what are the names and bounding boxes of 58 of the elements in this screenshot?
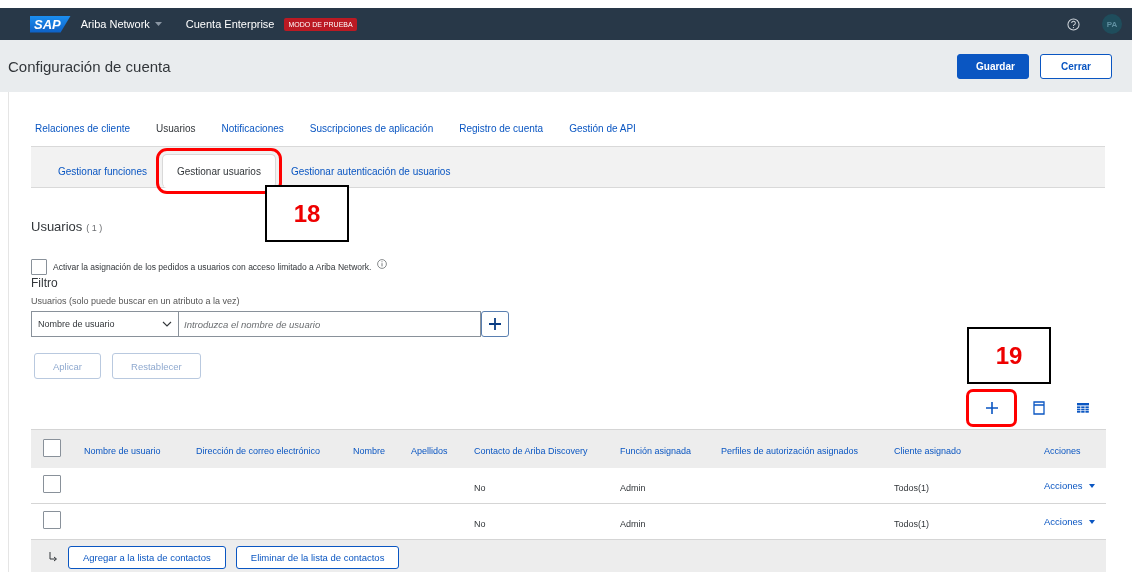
tab[interactable]: Gestión de API bbox=[569, 122, 636, 134]
table-cell: No bbox=[474, 482, 486, 493]
filter-hint: Usuarios (solo puede buscar en un atributo a la vez) bbox=[31, 296, 241, 306]
remove-contact-button[interactable]: Eliminar de la lista de contactos bbox=[235, 545, 400, 569]
table-cell: Admin bbox=[620, 482, 646, 493]
tab[interactable]: Notificaciones bbox=[221, 122, 284, 134]
section-title: Usuarios bbox=[31, 219, 83, 234]
add-filter-button[interactable] bbox=[481, 311, 509, 337]
actions-menu[interactable]: Acciones bbox=[1044, 480, 1095, 491]
search-field[interactable]: Introduzca el nombre de usuario bbox=[179, 311, 481, 337]
add-contact-button[interactable]: Agregar a la lista de contactos bbox=[68, 545, 226, 569]
table-settings-icon bbox=[1077, 403, 1089, 413]
column-header[interactable]: Nombre bbox=[353, 446, 385, 456]
subtab[interactable]: Gestionar funciones bbox=[43, 154, 162, 188]
column-header[interactable]: Perfiles de autorización asignados bbox=[721, 446, 859, 456]
select-all-checkbox[interactable] bbox=[43, 438, 61, 457]
plus-icon bbox=[984, 401, 999, 415]
checkbox-label: Activar la asignación de los pedidos a usuarios con acceso limitado a Ariba Network. bbox=[53, 262, 372, 272]
plus-icon bbox=[489, 318, 501, 330]
help-icon[interactable] bbox=[1067, 17, 1080, 31]
column-header[interactable]: Apellidos bbox=[411, 446, 448, 456]
column-header[interactable]: Acciones bbox=[1044, 446, 1081, 456]
row-checkbox[interactable] bbox=[43, 475, 61, 493]
column-header[interactable]: Contacto de Ariba Discovery bbox=[474, 446, 588, 456]
caret-icon bbox=[1088, 483, 1095, 488]
row-checkbox[interactable] bbox=[43, 511, 61, 529]
table-cell: No bbox=[474, 518, 486, 529]
table-cell: Todos(1) bbox=[894, 482, 929, 493]
chevron-down-icon bbox=[162, 321, 172, 327]
tab[interactable]: Suscripciones de aplicación bbox=[309, 122, 434, 134]
return-arrow-icon bbox=[49, 552, 58, 562]
tab[interactable]: Registro de cuenta bbox=[459, 122, 544, 134]
subtab[interactable]: Gestionar autenticación de usuarios bbox=[275, 154, 466, 188]
checkbox[interactable] bbox=[31, 259, 47, 275]
brand-logo: SAP bbox=[30, 15, 71, 33]
actions-menu[interactable]: Acciones bbox=[1044, 516, 1095, 527]
close-button[interactable]: Cerrar bbox=[1040, 53, 1112, 79]
column-header[interactable]: Dirección de correo electrónico bbox=[196, 446, 321, 456]
attribute-dropdown[interactable]: Nombre de usuario bbox=[31, 311, 179, 337]
user-count: ( 1 ) bbox=[86, 223, 103, 233]
account-name: Cuenta Enterprise bbox=[185, 18, 275, 30]
info-icon[interactable] bbox=[377, 259, 388, 269]
filter-title: Filtro bbox=[31, 276, 59, 290]
panel-icon bbox=[1032, 401, 1046, 415]
caret-icon bbox=[154, 22, 162, 26]
product-menu[interactable]: Ariba Network bbox=[80, 18, 162, 30]
tab[interactable]: Relaciones de cliente bbox=[35, 122, 131, 134]
table-cell: Todos(1) bbox=[894, 518, 929, 529]
column-header[interactable]: Nombre de usuario bbox=[84, 446, 161, 456]
column-header[interactable]: Función asignada bbox=[620, 446, 692, 456]
save-button[interactable]: Guardar bbox=[957, 53, 1029, 79]
column-header[interactable]: Cliente asignado bbox=[894, 446, 962, 456]
tab[interactable]: Usuarios bbox=[156, 122, 196, 134]
step-callout: 18 bbox=[265, 185, 349, 242]
step-callout: 19 bbox=[967, 327, 1051, 384]
page-title: Configuración de cuenta bbox=[8, 57, 172, 75]
caret-icon bbox=[1088, 519, 1095, 524]
table-cell: Admin bbox=[620, 518, 646, 529]
